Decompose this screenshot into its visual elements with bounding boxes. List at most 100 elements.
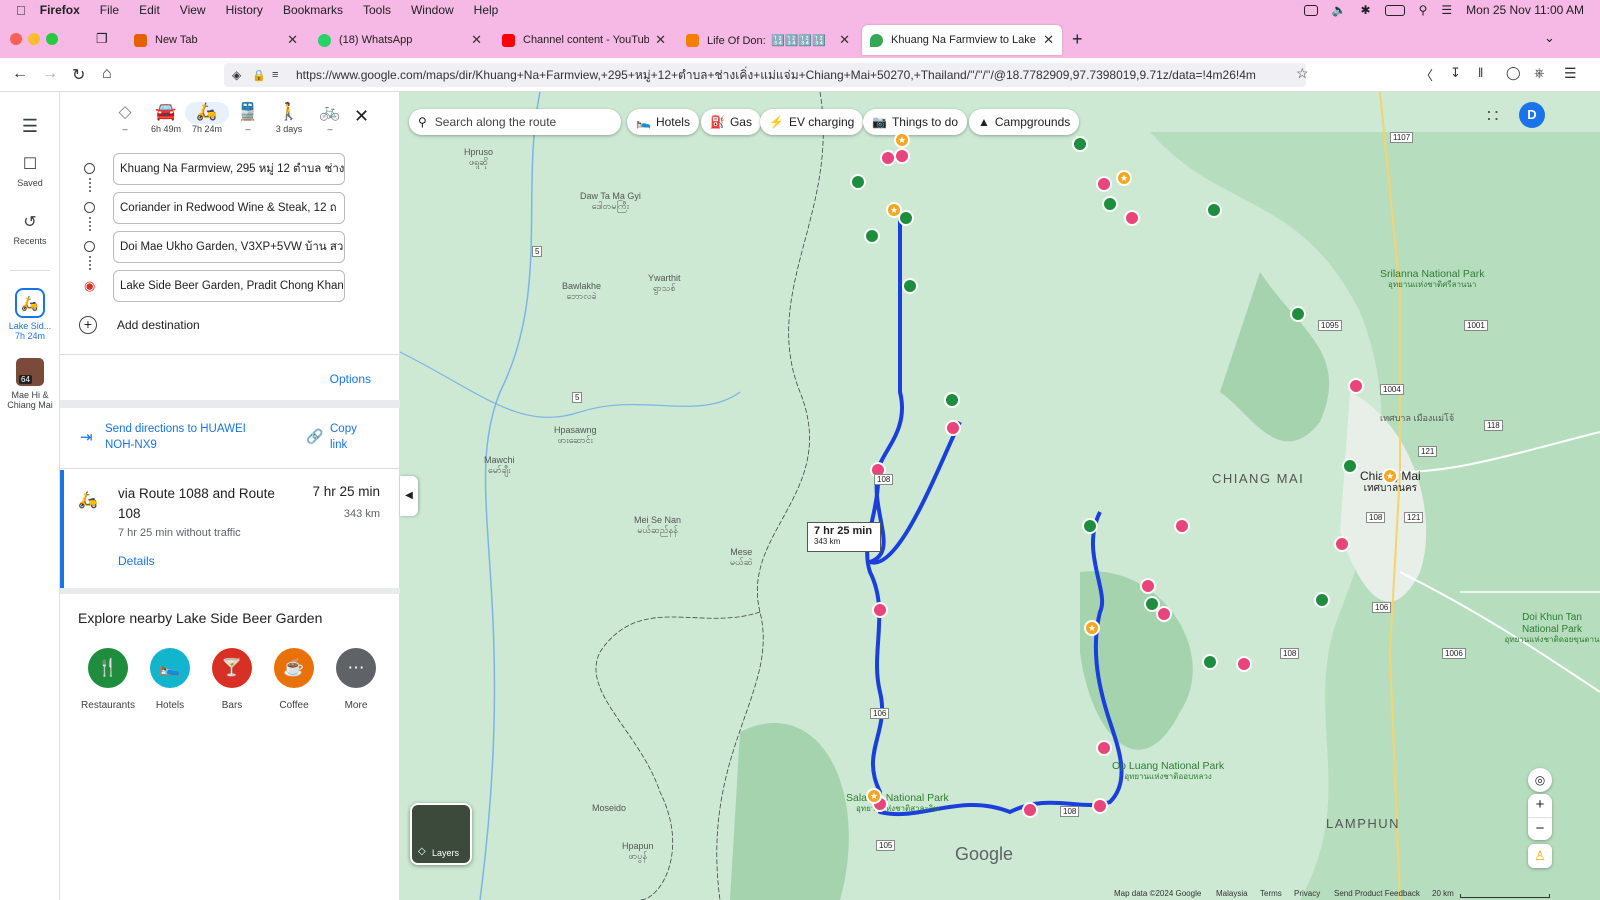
collapse-panel-button[interactable]: ◀ (400, 476, 418, 516)
map-marker-pink[interactable] (1348, 378, 1364, 394)
route-duration-callout[interactable]: 7 hr 25 min 343 km (807, 522, 881, 552)
explore-hotels[interactable]: 🛌 Hotels (140, 648, 200, 711)
chip-things-to-do[interactable]: 📷 Things to do (863, 109, 967, 135)
forward-arrow-icon[interactable]: → (42, 65, 58, 83)
spotlight-search-icon[interactable]: ⚲ (1419, 3, 1428, 17)
google-apps-grid-icon[interactable]: ∷ (1487, 106, 1498, 127)
control-center-icon[interactable]: ☰ (1441, 3, 1452, 17)
list-all-tabs-icon[interactable]: ⌄ (1544, 30, 1555, 46)
recent-trip-lake-side[interactable]: 🛵 Lake Sid... 7h 24m (0, 288, 60, 341)
address-bar[interactable]: ◈ 🔒 ≡ https://www.google.com/maps/dir/Kh… (224, 63, 1306, 87)
copy-link-button[interactable]: Copy link (330, 422, 370, 453)
maps-menu-icon[interactable]: ☰ (0, 116, 60, 137)
star-marker-icon[interactable]: ★ (886, 202, 902, 218)
tab-close-icon[interactable]: ✕ (287, 32, 298, 48)
downloads-icon[interactable]: ↧ (1450, 65, 1461, 81)
map-terms-link[interactable]: Terms (1260, 889, 1282, 898)
tab-whatsapp[interactable]: (18) WhatsApp ✕ (310, 25, 490, 55)
map-scale-label[interactable]: 20 km (1432, 889, 1454, 898)
mode-bicycle[interactable]: 🚲 – (308, 102, 352, 134)
menu-view[interactable]: View (180, 3, 206, 17)
map-marker-green[interactable] (902, 278, 918, 294)
zoom-out-icon[interactable]: − (1528, 817, 1552, 840)
bookmark-star-icon[interactable]: ☆ (1296, 65, 1309, 82)
explore-bars[interactable]: 🍸 Bars (202, 648, 262, 711)
recents-button[interactable]: ↺ Recents (0, 212, 60, 246)
layers-button[interactable]: ◇ Layers (410, 803, 472, 865)
map-marker-pink[interactable] (945, 420, 961, 436)
map-country-link[interactable]: Malaysia (1216, 889, 1248, 898)
search-along-route-input[interactable]: ⚲ Search along the route (409, 109, 621, 135)
apple-icon[interactable]:  (16, 3, 26, 18)
map-marker-green[interactable] (1102, 196, 1118, 212)
map-marker-pink[interactable] (1174, 518, 1190, 534)
send-directions-button[interactable]: Send directions to HUAWEI NOH-NX9 (105, 422, 265, 453)
map-marker-green[interactable] (1082, 518, 1098, 534)
add-destination-icon[interactable]: + (79, 316, 97, 334)
star-marker-icon[interactable]: ★ (894, 132, 910, 148)
extensions-icon[interactable]: ⎈ (1534, 65, 1544, 81)
saved-button[interactable]: ☐ Saved (0, 154, 60, 188)
map-marker-pink[interactable] (872, 602, 888, 618)
street-view-pegman-icon[interactable]: ♙ (1528, 844, 1552, 868)
map-marker-green[interactable] (1202, 654, 1218, 670)
tracking-shield-icon[interactable]: ◈ (232, 68, 241, 82)
home-icon[interactable]: ⌂ (102, 65, 112, 83)
map-marker-pink[interactable] (1022, 802, 1038, 818)
map-marker-pink[interactable] (1236, 656, 1252, 672)
chip-ev-charging[interactable]: ⚡ EV charging (760, 109, 864, 135)
tab-close-icon[interactable]: ✕ (655, 32, 666, 48)
map-marker-pink[interactable] (1124, 210, 1140, 226)
send-feedback-link[interactable]: Send Product Feedback (1334, 889, 1420, 898)
menu-file[interactable]: File (100, 3, 119, 17)
map-marker-pink[interactable] (1334, 536, 1350, 552)
explore-restaurants[interactable]: 🍴 Restaurants (78, 648, 138, 711)
new-tab-plus-icon[interactable]: + (1072, 29, 1083, 50)
menu-tools[interactable]: Tools (363, 3, 391, 17)
account-avatar[interactable]: D (1519, 102, 1545, 128)
map-marker-green[interactable] (850, 174, 866, 190)
map-marker-green[interactable] (1290, 306, 1306, 322)
back-arrow-icon[interactable]: ← (12, 65, 28, 83)
stop-input-origin[interactable]: Khuang Na Farmview, 295 หมู่ 12 ตำบล ช่า… (113, 153, 345, 185)
stop-input-destination[interactable]: Lake Side Beer Garden, Pradit Chong Khan (113, 270, 345, 302)
tab-new-tab[interactable]: New Tab ✕ (126, 25, 306, 55)
tab-blogger[interactable]: Life Of Don: 🔢🔢🔢🔢 ✕ (678, 25, 858, 55)
mode-car[interactable]: 🚘 6h 49m (144, 102, 188, 134)
tab-google-maps[interactable]: Khuang Na Farmview to Lake Si ✕ (862, 25, 1062, 55)
menubar-clock[interactable]: Mon 25 Nov 11:00 AM (1466, 3, 1584, 17)
star-marker-icon[interactable]: ★ (1116, 170, 1132, 186)
permissions-icon[interactable]: ≡ (272, 69, 278, 81)
route-option-card[interactable]: 🛵 via Route 1088 and Route 108 7 hr 25 m… (60, 470, 400, 588)
tab-youtube-studio[interactable]: Channel content - YouTube Stud ✕ (494, 25, 674, 55)
url-text[interactable]: https://www.google.com/maps/dir/Khuang+N… (296, 66, 1256, 85)
explore-coffee[interactable]: ☕ Coffee (264, 648, 324, 711)
route-details-link[interactable]: Details (118, 554, 155, 568)
menu-edit[interactable]: Edit (139, 3, 160, 17)
zoom-in-icon[interactable]: + (1528, 794, 1552, 817)
stop-input-2[interactable]: Coriander in Redwood Wine & Steak, 12 ถ (113, 192, 345, 224)
map-marker-pink[interactable] (894, 148, 910, 164)
reload-icon[interactable]: ↻ (72, 65, 85, 85)
tab-close-icon[interactable]: ✕ (471, 32, 482, 48)
library-icon[interactable]: ‖ (1478, 65, 1483, 80)
window-minimize-button[interactable] (28, 33, 40, 45)
window-close-button[interactable] (10, 33, 22, 45)
menu-bookmarks[interactable]: Bookmarks (283, 3, 343, 17)
map-privacy-link[interactable]: Privacy (1294, 889, 1320, 898)
window-zoom-button[interactable] (46, 33, 58, 45)
menu-help[interactable]: Help (474, 3, 499, 17)
map-marker-green[interactable] (1342, 458, 1358, 474)
chip-campgrounds[interactable]: ▲ Campgrounds (969, 109, 1080, 135)
options-button[interactable]: Options (330, 372, 371, 386)
menu-app-name[interactable]: Firefox (40, 3, 80, 17)
pocket-icon[interactable]: 〈 (1420, 65, 1433, 84)
battery-icon[interactable] (1384, 4, 1405, 16)
bluetooth-icon[interactable]: ✱ (1361, 3, 1371, 17)
map-marker-green[interactable] (864, 228, 880, 244)
star-marker-icon[interactable]: ★ (866, 788, 882, 804)
map-marker-green[interactable] (1314, 592, 1330, 608)
tab-overview-icon[interactable]: ❐ (96, 31, 108, 47)
tab-close-icon[interactable]: ✕ (1043, 32, 1054, 48)
recent-trip-mae-hi[interactable]: 64 Mae Hi & Chiang Mai (0, 358, 60, 410)
